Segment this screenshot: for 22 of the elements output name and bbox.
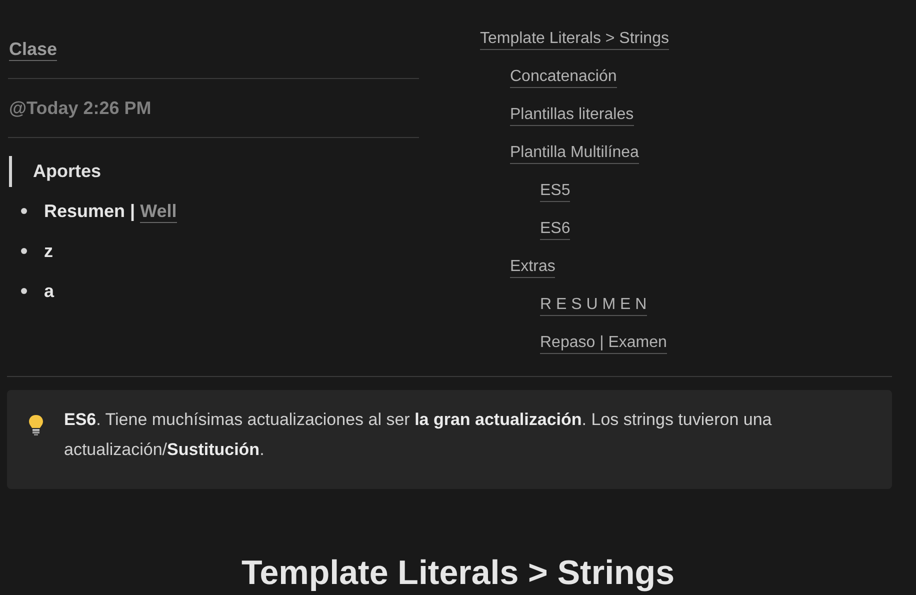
toc-link[interactable]: ES6 — [540, 218, 570, 240]
toc-link[interactable]: ES5 — [540, 180, 570, 202]
toc-link[interactable]: Plantillas literales — [510, 104, 634, 126]
bullet-icon — [21, 208, 27, 214]
callout-text: ES6. Tiene muchísimas actualizaciones al ser la gran actualización. Los strings tuvieron una actualización/Sustitución. — [64, 409, 773, 461]
toc-link[interactable]: Template Literals > Strings — [480, 28, 669, 50]
class-link[interactable]: Clase — [9, 38, 58, 60]
quote-text: Aportes — [33, 160, 102, 183]
lightbulb-icon — [27, 414, 45, 436]
bullet-text: Resumen | — [44, 200, 136, 223]
toc-link[interactable]: Concatenación — [510, 66, 617, 88]
page-heading: Template Literals > Strings — [241, 553, 674, 593]
bullet-text: z — [44, 240, 53, 262]
bullet-icon — [21, 248, 27, 254]
toc-link[interactable]: Extras — [510, 256, 556, 278]
bullet-text: a — [44, 280, 54, 302]
bullet-icon — [21, 288, 27, 294]
toc-link[interactable]: Plantilla Multilínea — [510, 142, 639, 164]
date-mention[interactable]: @Today 2:26 PM — [9, 94, 152, 122]
toc-link[interactable]: Repaso | Examen — [540, 332, 667, 354]
well-link[interactable]: Well — [140, 200, 177, 222]
toc-link[interactable]: R E S U M E N — [540, 294, 647, 316]
